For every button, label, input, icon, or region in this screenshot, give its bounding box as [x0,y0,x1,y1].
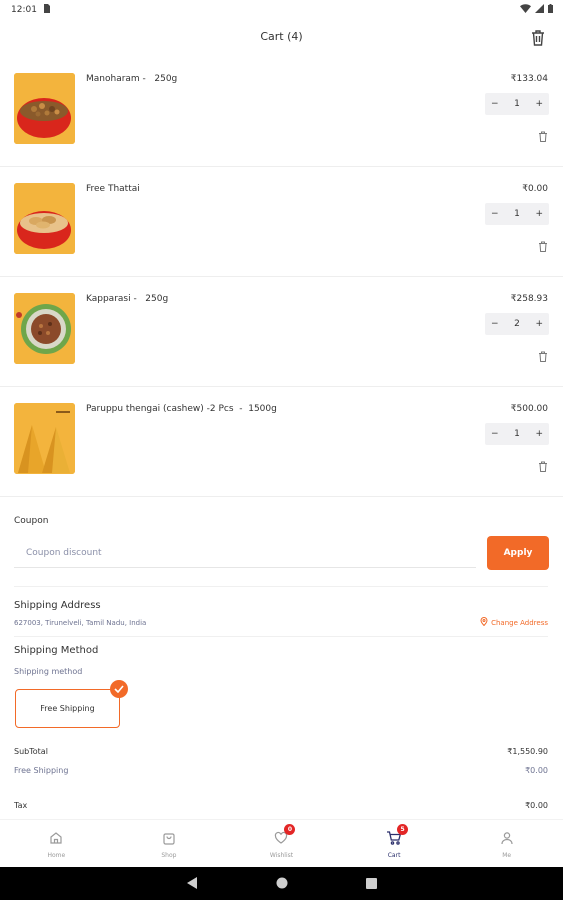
status-time: 12:01 [11,5,37,15]
home-circle-icon[interactable] [276,874,288,893]
product-image-thattai[interactable] [14,183,75,254]
remove-item-trash-icon[interactable] [538,127,548,142]
nav-home[interactable]: Home [0,820,113,867]
sim-card-icon [43,4,50,16]
product-name[interactable]: Manoharam - 250g [86,74,177,84]
cart-item: Manoharam - 250g ₹133.04 − 1 + [0,57,563,167]
subtotal-label: SubTotal [14,747,48,756]
divider [14,636,548,637]
clear-cart-trash-icon[interactable] [529,28,547,48]
app-header: Cart (4) [0,24,563,52]
shipping-cost-label: Free Shipping [14,766,69,775]
remove-item-trash-icon[interactable] [538,237,548,252]
apply-coupon-button[interactable]: Apply [487,536,549,570]
quantity-stepper: − 1 + [485,93,549,115]
shipping-method-subtitle: Shipping method [14,667,83,676]
shipping-cost-value: ₹0.00 [525,766,548,775]
status-left: 12:01 [11,4,50,16]
user-icon [500,830,514,849]
back-icon[interactable] [186,874,198,893]
cart-item: Kapparasi - 250g ₹258.93 − 2 + [0,277,563,387]
battery-icon [548,4,553,16]
shipping-address-text: 627003, Tirunelveli, Tamil Nadu, India [14,619,147,627]
quantity-value: 1 [514,99,520,109]
product-price: ₹258.93 [510,294,548,304]
remove-item-trash-icon[interactable] [538,347,548,362]
product-price: ₹0.00 [522,184,548,194]
nav-shop[interactable]: Shop [113,820,226,867]
tax-label: Tax [14,801,28,810]
selected-check-icon [110,680,128,698]
decrease-quantity-button[interactable]: − [491,99,499,109]
decrease-quantity-button[interactable]: − [491,429,499,439]
nav-cart[interactable]: 5 Cart [338,820,451,867]
quantity-value: 1 [514,429,520,439]
remove-item-trash-icon[interactable] [538,457,548,472]
subtotal-value: ₹1,550.90 [507,747,548,756]
quantity-value: 1 [514,209,520,219]
quantity-stepper: − 2 + [485,313,549,335]
coupon-input[interactable] [14,538,476,568]
shipping-option-label: Free Shipping [40,704,95,713]
status-right [520,4,553,16]
cart-item: Free Thattai ₹0.00 − 1 + [0,167,563,277]
increase-quantity-button[interactable]: + [535,319,543,329]
quantity-value: 2 [514,319,520,329]
nav-label: Wishlist [269,852,294,859]
nav-me[interactable]: Me [450,820,563,867]
shipping-address-title: Shipping Address [14,600,101,611]
product-price: ₹133.04 [510,74,548,84]
product-name[interactable]: Paruppu thengai (cashew) -2 Pcs - 1500g [86,404,277,414]
wifi-icon [520,4,531,16]
location-pin-icon [480,617,488,628]
cart-item: Paruppu thengai (cashew) -2 Pcs - 1500g … [0,387,563,497]
product-image-kapparasi[interactable] [14,293,75,364]
cart-list: Manoharam - 250g ₹133.04 − 1 + Free That… [0,57,563,497]
bottom-nav: Home Shop 0 Wishlist 5 Cart Me [0,819,563,867]
page-title: Cart (4) [260,30,303,43]
status-bar: 12:01 [0,0,563,20]
change-address-link[interactable]: Change Address [480,617,548,628]
nav-label: Shop [161,852,177,859]
nav-wishlist[interactable]: 0 Wishlist [225,820,338,867]
product-name[interactable]: Kapparasi - 250g [86,294,168,304]
signal-icon [535,4,544,16]
wishlist-badge: 0 [284,824,296,835]
quantity-stepper: − 1 + [485,423,549,445]
shipping-method-title: Shipping Method [14,645,99,656]
change-address-label: Change Address [491,618,548,627]
increase-quantity-button[interactable]: + [535,99,543,109]
increase-quantity-button[interactable]: + [535,209,543,219]
coupon-label: Coupon [14,516,49,526]
nav-label: Home [47,852,66,859]
system-nav-bar [0,867,563,900]
product-name[interactable]: Free Thattai [86,184,140,194]
increase-quantity-button[interactable]: + [535,429,543,439]
product-image-manoharam[interactable] [14,73,75,144]
product-image-paruppu-thengai[interactable] [14,403,75,474]
decrease-quantity-button[interactable]: − [491,319,499,329]
quantity-stepper: − 1 + [485,203,549,225]
divider [14,586,548,587]
shipping-option-free[interactable]: Free Shipping [15,689,120,728]
nav-label: Me [502,852,512,859]
recents-icon[interactable] [365,874,377,893]
tax-value: ₹0.00 [525,801,548,810]
nav-label: Cart [387,852,401,859]
cart-badge: 5 [397,824,409,835]
shopping-bag-icon [162,830,176,849]
product-price: ₹500.00 [510,404,548,414]
decrease-quantity-button[interactable]: − [491,209,499,219]
home-icon [49,830,63,849]
